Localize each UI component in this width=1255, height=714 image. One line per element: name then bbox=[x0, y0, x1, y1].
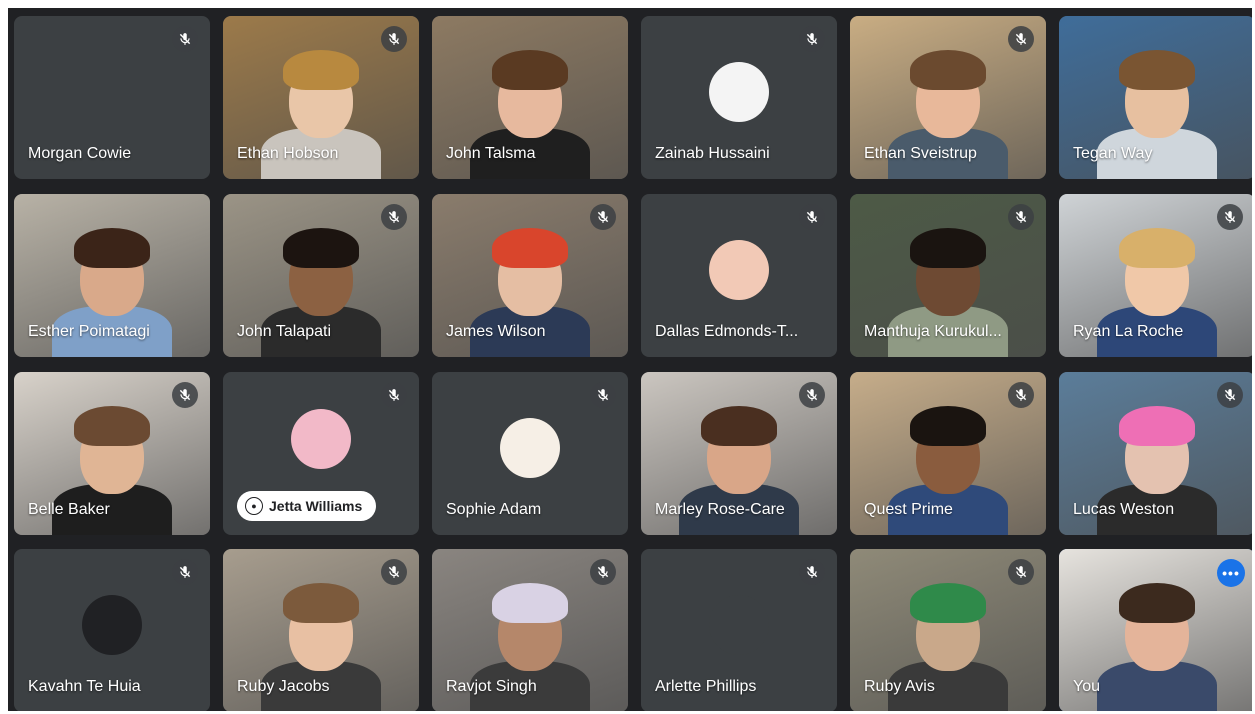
mic-muted-icon bbox=[799, 26, 825, 52]
participant-name: Sophie Adam bbox=[446, 501, 542, 518]
participant-tile[interactable]: Lucas Weston bbox=[1059, 372, 1252, 535]
pinned-name-badge: ● Jetta Williams bbox=[237, 491, 377, 521]
person-hair bbox=[910, 50, 986, 90]
participant-tile[interactable]: Kavahn Te Huia bbox=[14, 549, 210, 711]
participant-name: Lucas Weston bbox=[1073, 501, 1175, 518]
person-hair bbox=[1119, 50, 1195, 90]
participant-tile[interactable]: Sophie Adam bbox=[432, 372, 628, 535]
participant-name: Belle Baker bbox=[28, 501, 110, 518]
participant-name: Tegan Way bbox=[1073, 145, 1153, 162]
participant-name: Kavahn Te Huia bbox=[28, 678, 141, 695]
mic-muted-icon bbox=[381, 204, 407, 230]
participant-name: Esther Poimatagi bbox=[28, 323, 150, 340]
mic-muted-icon bbox=[1008, 559, 1034, 585]
participant-name: Quest Prime bbox=[864, 501, 953, 518]
mic-muted-icon bbox=[172, 382, 198, 408]
more-options-icon[interactable]: ••• bbox=[1217, 559, 1245, 587]
mic-muted-icon bbox=[381, 382, 407, 408]
pin-icon: ● bbox=[245, 497, 263, 515]
participant-tile[interactable]: Ethan Sveistrup bbox=[850, 16, 1046, 179]
participant-name: Ethan Hobson bbox=[237, 145, 339, 162]
person-hair bbox=[492, 228, 568, 268]
person-hair bbox=[492, 50, 568, 90]
profile-avatar bbox=[709, 594, 769, 655]
mic-muted-icon bbox=[1008, 26, 1034, 52]
person-hair bbox=[910, 406, 986, 446]
participant-tile[interactable]: Ruby Jacobs bbox=[223, 549, 419, 711]
person-hair bbox=[74, 406, 150, 446]
participant-tile[interactable]: Morgan Cowie bbox=[14, 16, 210, 179]
participant-name: Arlette Phillips bbox=[655, 678, 757, 695]
profile-avatar bbox=[82, 594, 142, 655]
person-hair bbox=[1119, 228, 1195, 268]
mic-muted-icon bbox=[1217, 382, 1243, 408]
participant-name: Jetta Williams bbox=[269, 498, 363, 514]
participant-tile[interactable]: Marley Rose-Care bbox=[641, 372, 837, 535]
participant-tile[interactable]: James Wilson bbox=[432, 194, 628, 357]
participant-name: You bbox=[1073, 678, 1100, 695]
participant-tile[interactable]: Tegan Way bbox=[1059, 16, 1252, 179]
person-hair bbox=[1119, 406, 1195, 446]
participant-name: Morgan Cowie bbox=[28, 145, 132, 162]
profile-avatar bbox=[291, 408, 351, 469]
participant-tile[interactable]: Quest Prime bbox=[850, 372, 1046, 535]
person-hair bbox=[492, 583, 568, 623]
mic-muted-icon bbox=[381, 26, 407, 52]
mic-muted-icon bbox=[1008, 204, 1034, 230]
participant-tile[interactable]: John Talapati bbox=[223, 194, 419, 357]
participant-tile[interactable]: Zainab Hussaini bbox=[641, 16, 837, 179]
mic-muted-icon bbox=[1217, 204, 1243, 230]
participant-tile[interactable]: Belle Baker bbox=[14, 372, 210, 535]
mic-muted-icon bbox=[172, 559, 198, 585]
participant-name: Marley Rose-Care bbox=[655, 501, 785, 518]
person-hair bbox=[1119, 583, 1195, 623]
participant-tile[interactable]: Esther Poimatagi bbox=[14, 194, 210, 357]
person-hair bbox=[283, 228, 359, 268]
participant-tile[interactable]: Arlette Phillips bbox=[641, 549, 837, 711]
mic-muted-icon bbox=[799, 204, 825, 230]
participant-name: Ravjot Singh bbox=[446, 678, 537, 695]
participant-tile[interactable]: ••• You bbox=[1059, 549, 1252, 711]
participant-name: Dallas Edmonds-T... bbox=[655, 323, 799, 340]
person-hair bbox=[283, 583, 359, 623]
participant-name: Ryan La Roche bbox=[1073, 323, 1184, 340]
profile-avatar bbox=[500, 417, 560, 478]
person-hair bbox=[283, 50, 359, 90]
participant-name: Zainab Hussaini bbox=[655, 145, 770, 162]
meeting-grid: Morgan Cowie Ethan Hobson John Talsma Zaina… bbox=[8, 8, 1252, 711]
participant-name: John Talsma bbox=[446, 145, 536, 162]
mic-muted-icon bbox=[381, 559, 407, 585]
participant-tile[interactable]: Ravjot Singh bbox=[432, 549, 628, 711]
profile-avatar bbox=[709, 239, 769, 300]
participant-tile[interactable]: Ryan La Roche bbox=[1059, 194, 1252, 357]
participant-tile[interactable]: Ruby Avis bbox=[850, 549, 1046, 711]
mic-muted-icon bbox=[1008, 382, 1034, 408]
profile-avatar bbox=[709, 61, 769, 122]
participant-name: James Wilson bbox=[446, 323, 546, 340]
participant-tile[interactable]: Manthuja Kurukul... bbox=[850, 194, 1046, 357]
mic-muted-icon bbox=[590, 559, 616, 585]
participant-name: Ruby Jacobs bbox=[237, 678, 330, 695]
participant-tile[interactable]: ● Jetta Williams bbox=[223, 372, 419, 535]
mic-muted-icon bbox=[590, 382, 616, 408]
person-hair bbox=[910, 583, 986, 623]
participant-name: Manthuja Kurukul... bbox=[864, 323, 1002, 340]
mic-muted-icon bbox=[172, 26, 198, 52]
participant-tile[interactable]: John Talsma bbox=[432, 16, 628, 179]
mic-muted-icon bbox=[590, 204, 616, 230]
participant-name: John Talapati bbox=[237, 323, 331, 340]
participant-tile[interactable]: Dallas Edmonds-T... bbox=[641, 194, 837, 357]
mic-muted-icon bbox=[799, 382, 825, 408]
participant-name: Ruby Avis bbox=[864, 678, 935, 695]
participant-tile[interactable]: Ethan Hobson bbox=[223, 16, 419, 179]
person-hair bbox=[74, 228, 150, 268]
person-hair bbox=[910, 228, 986, 268]
mic-muted-icon bbox=[799, 559, 825, 585]
person-hair bbox=[701, 406, 777, 446]
participant-name: Ethan Sveistrup bbox=[864, 145, 977, 162]
